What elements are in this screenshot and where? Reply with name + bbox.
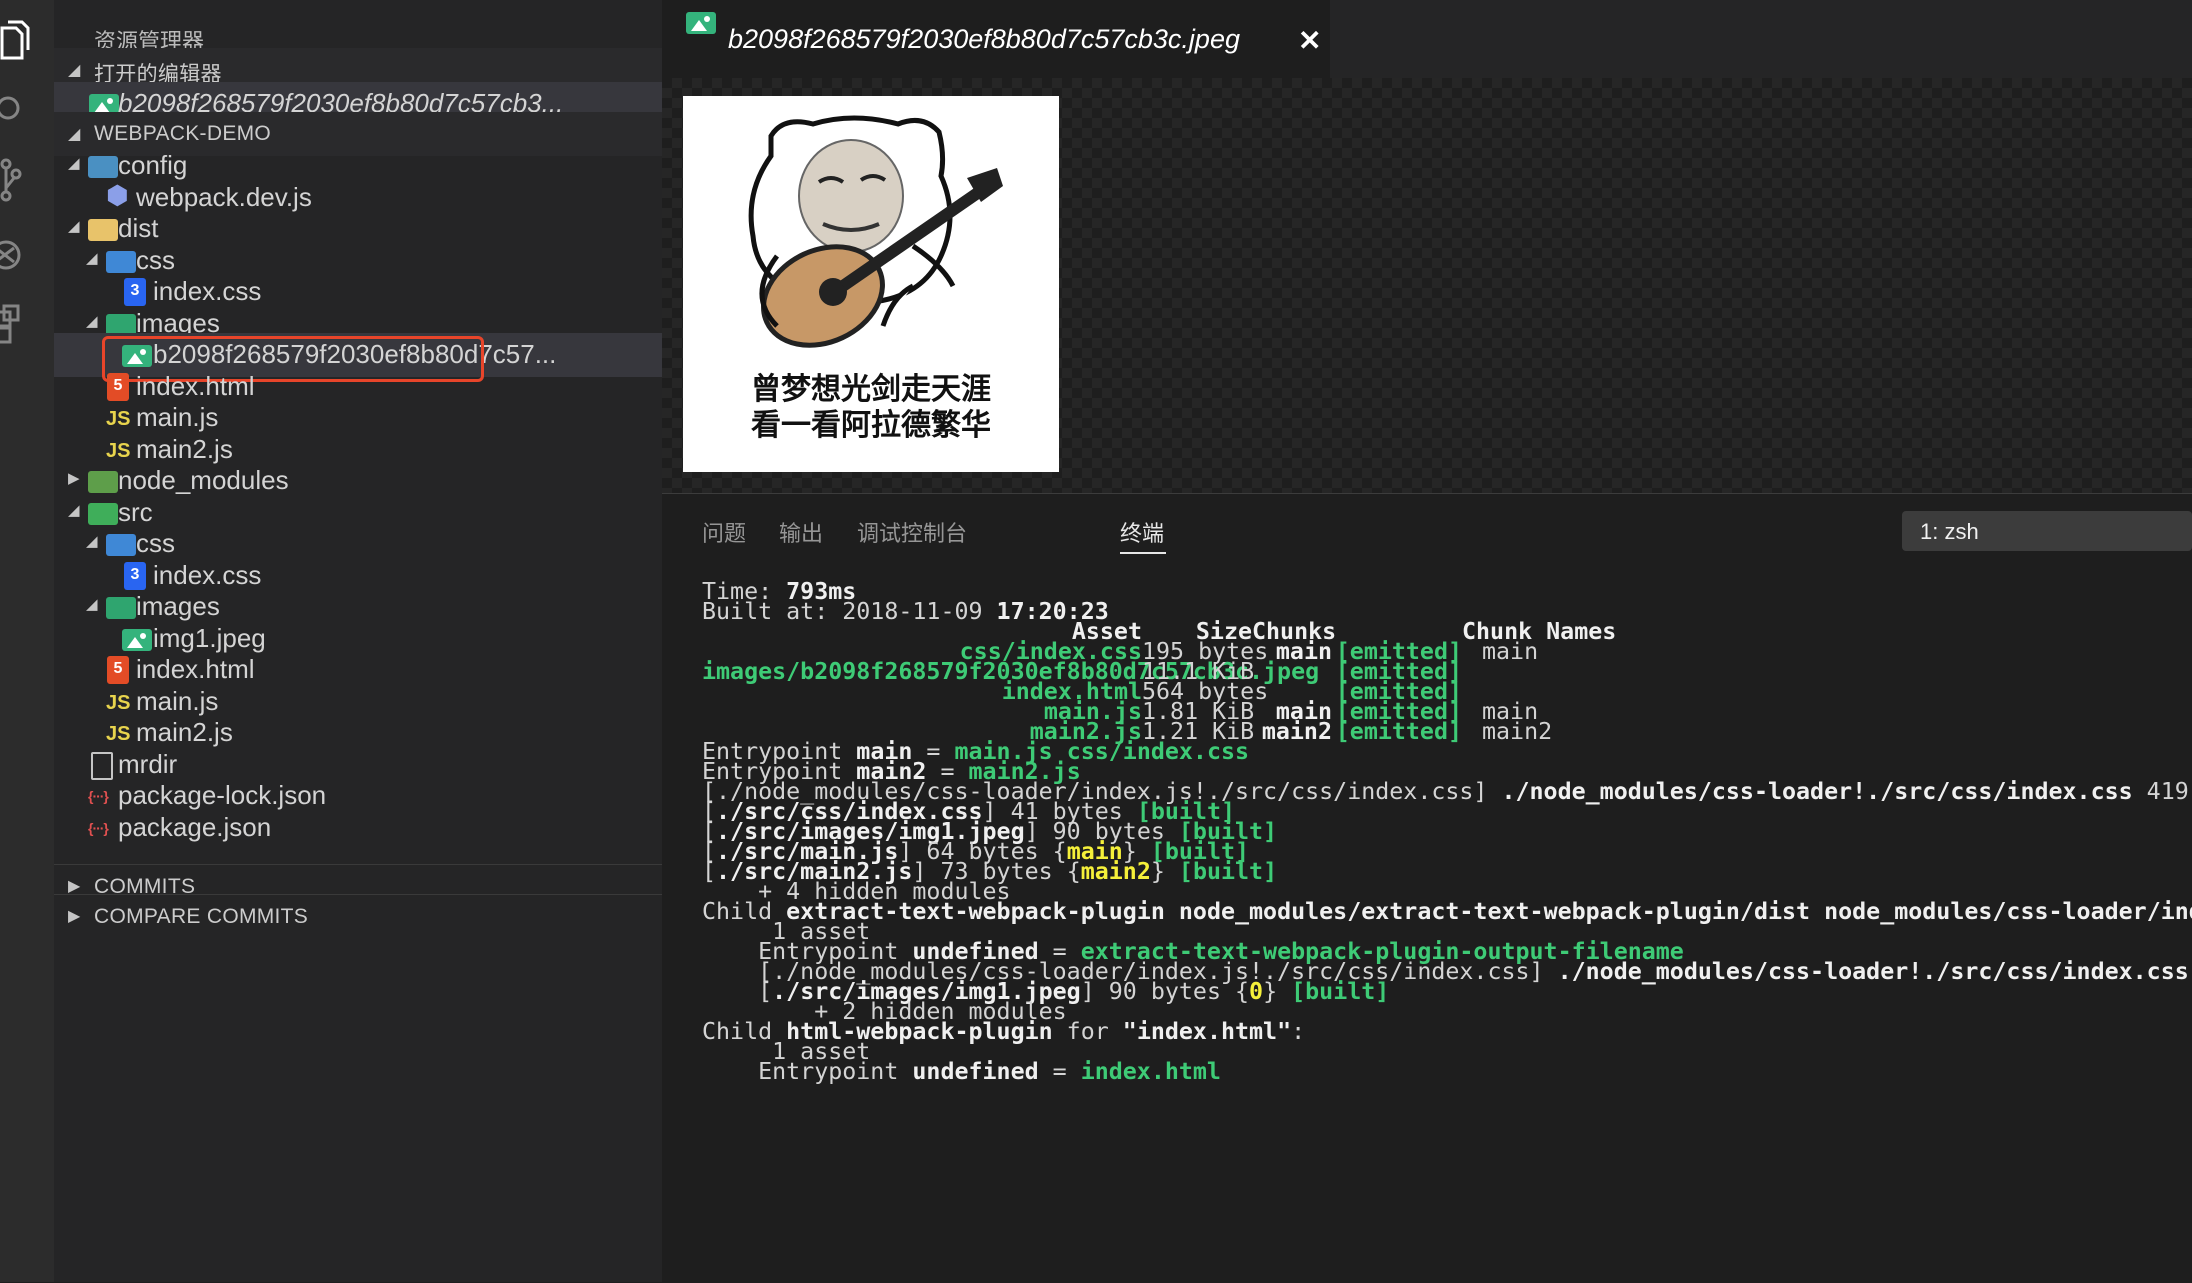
folder-icon: [106, 534, 136, 556]
explorer-icon[interactable]: [0, 20, 40, 70]
chevron-down-icon: ◢: [68, 502, 80, 519]
asset-names: main2: [1482, 718, 1553, 745]
editor-area: b2098f268579f2030ef8b80d7c57cb3c.jpeg ✕: [662, 0, 2192, 1283]
active-tab-indicator: [1120, 552, 1166, 554]
folder-icon: [106, 597, 136, 619]
chevron-right-icon: ▶: [68, 878, 81, 895]
tab-bar: b2098f268579f2030ef8b80d7c57cb3c.jpeg ✕: [662, 0, 2192, 78]
search-icon[interactable]: [0, 84, 40, 134]
image-file-icon: [686, 12, 716, 34]
tree-item-label: package.json: [118, 812, 272, 842]
project-label: WEBPACK-DEMO: [94, 122, 272, 145]
tab-output[interactable]: 输出: [779, 516, 823, 548]
bottom-panel: 问题 输出 调试控制台 终端 1: zsh Time: 793ms Built a…: [662, 493, 2192, 1283]
folder-icon: [88, 219, 118, 241]
webpack-icon: ⬢: [106, 180, 129, 210]
chevron-down-icon: ◢: [68, 62, 81, 79]
chevron-down-icon: ◢: [86, 533, 98, 550]
terminal-line: Built at: 2018-11-09 17:20:23: [702, 598, 1109, 625]
chevron-down-icon: ◢: [68, 126, 81, 143]
tab-terminal[interactable]: 终端: [1120, 516, 1164, 548]
tab-problems[interactable]: 问题: [702, 516, 746, 548]
terminal-line: Child extract-text-webpack-plugin node_m…: [702, 898, 2192, 925]
asset-chunks: main2: [1261, 718, 1332, 745]
editor-tab[interactable]: b2098f268579f2030ef8b80d7c57cb3c.jpeg ✕: [662, 0, 1330, 78]
meme-drawing: [748, 115, 1003, 348]
compare-commits-header[interactable]: ▶ COMPARE COMMITS: [54, 894, 662, 935]
debug-icon[interactable]: [0, 230, 40, 280]
terminal-selector[interactable]: 1: zsh: [1902, 511, 2192, 551]
asset-names: main: [1482, 638, 1539, 665]
chevron-down-icon: ◢: [86, 313, 98, 330]
folder-icon: [88, 156, 118, 178]
json-icon: {···}: [88, 820, 109, 836]
compare-commits-label: COMPARE COMMITS: [94, 905, 309, 928]
terminal-output[interactable]: Time: 793ms Built at: 2018-11-09 17:20:23…: [702, 580, 2192, 1085]
activity-bar: [0, 0, 54, 1282]
tree-item-package-json[interactable]: {···} package.json: [54, 806, 662, 850]
chevron-right-icon: ▶: [68, 908, 81, 925]
asset-status: [emitted]: [1335, 718, 1462, 745]
chevron-down-icon: ◢: [86, 250, 98, 267]
meme-caption-line2: 看一看阿拉德繁华: [751, 408, 991, 443]
tab-title: b2098f268579f2030ef8b80d7c57cb3c.jpeg: [728, 24, 1240, 54]
chevron-right-icon: ▶: [68, 470, 80, 487]
terminal-selector-value: 1: zsh: [1920, 519, 1979, 544]
terminal-line: Entrypoint undefined = index.html: [702, 1058, 1221, 1085]
chevron-down-icon: ◢: [86, 596, 98, 613]
close-icon[interactable]: ✕: [1298, 24, 1321, 57]
image-preview: 曾梦想光剑走天涯 看一看阿拉德繁华: [662, 78, 2192, 493]
extensions-icon[interactable]: [0, 302, 40, 352]
terminal-line: Child html-webpack-plugin for "index.htm…: [702, 1018, 1306, 1045]
chevron-down-icon: ◢: [68, 155, 80, 172]
folder-icon: [88, 471, 118, 493]
source-control-icon[interactable]: [0, 156, 40, 206]
tab-debug-console[interactable]: 调试控制台: [857, 516, 967, 548]
explorer-sidebar: 资源管理器 ◢ 打开的编辑器 b2098f268579f2030ef8b80d7…: [54, 0, 662, 1282]
meme-image: 曾梦想光剑走天涯 看一看阿拉德繁华: [683, 96, 1059, 472]
chevron-down-icon: ◢: [68, 218, 80, 235]
